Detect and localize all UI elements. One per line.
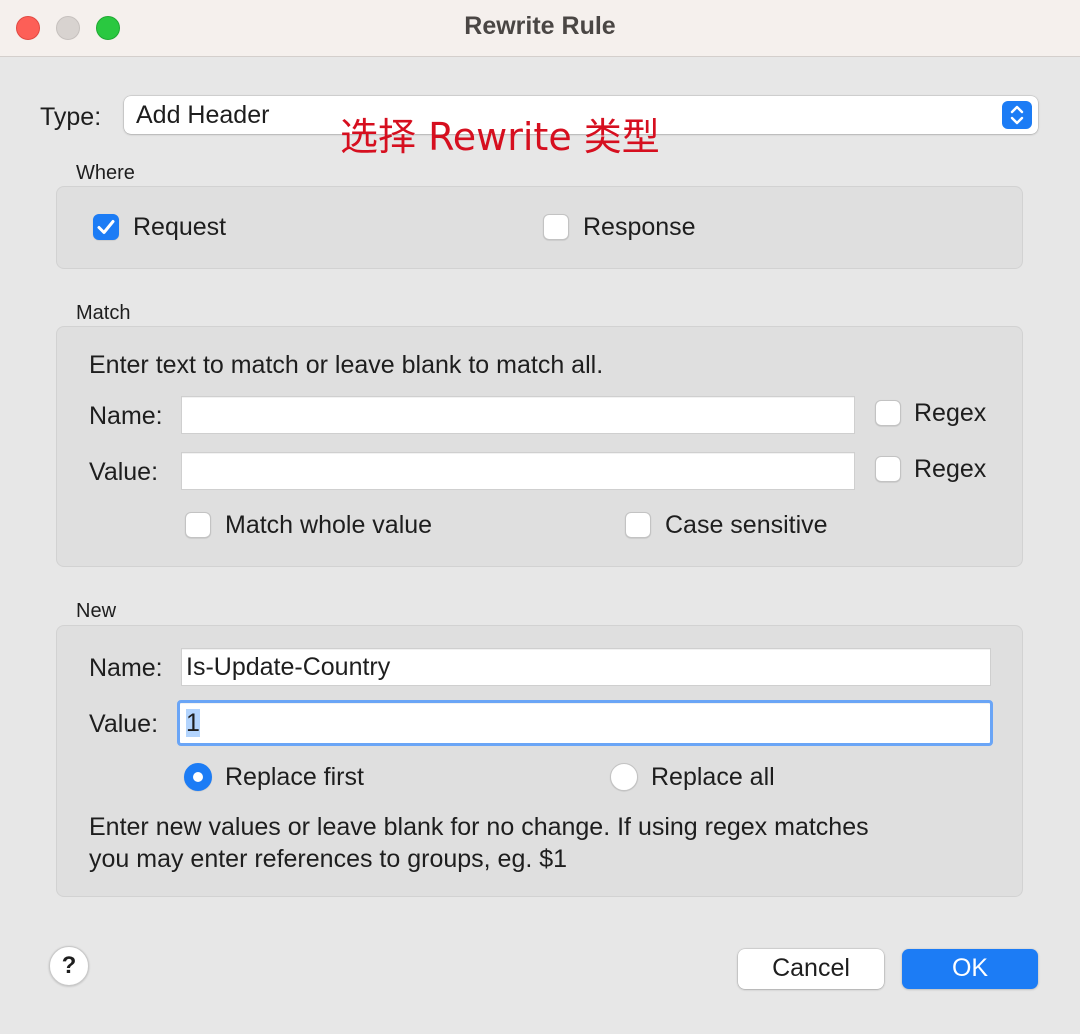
- match-name-field[interactable]: [181, 396, 855, 434]
- question-mark-icon: ?: [61, 952, 77, 979]
- cancel-button[interactable]: Cancel: [738, 949, 884, 989]
- new-group: Name: Is-Update-Country Value: 1 Replace…: [56, 625, 1023, 897]
- match-whole-value-label: Match whole value: [225, 511, 433, 539]
- annotation-text: 选择 Rewrite 类型: [340, 115, 660, 159]
- new-value-selection: 1: [186, 709, 200, 737]
- ok-button[interactable]: OK: [902, 949, 1038, 989]
- match-group: Enter text to match or leave blank to ma…: [56, 326, 1023, 567]
- window-title: Rewrite Rule: [464, 12, 616, 40]
- match-name-regex-label: Regex: [914, 399, 987, 427]
- match-value-regex-label: Regex: [914, 455, 987, 483]
- match-value-field[interactable]: [181, 452, 855, 490]
- new-value-field[interactable]: 1: [177, 700, 993, 746]
- type-label: Type:: [40, 103, 102, 131]
- where-group: Request Response: [56, 186, 1023, 269]
- match-value-regex-checkbox[interactable]: [875, 456, 901, 482]
- match-whole-value-checkbox[interactable]: [185, 512, 211, 538]
- new-value-value: 1: [186, 709, 200, 738]
- new-hint-line1: Enter new values or leave blank for no c…: [89, 813, 869, 841]
- case-sensitive-checkbox[interactable]: [625, 512, 651, 538]
- match-value-label: Value:: [89, 458, 159, 486]
- replace-first-radio[interactable]: [184, 763, 212, 791]
- replace-all-label: Replace all: [651, 763, 775, 791]
- match-name-regex-checkbox[interactable]: [875, 400, 901, 426]
- type-select-value: Add Header: [136, 101, 270, 129]
- replace-first-label: Replace first: [225, 763, 364, 791]
- new-name-field[interactable]: Is-Update-Country: [181, 648, 991, 686]
- match-name-label: Name:: [89, 402, 163, 430]
- match-heading: Match: [76, 302, 131, 324]
- new-value-label: Value:: [89, 710, 159, 738]
- checkmark-icon: [97, 220, 115, 234]
- replace-all-radio[interactable]: [610, 763, 638, 791]
- response-label: Response: [583, 213, 696, 241]
- request-label: Request: [133, 213, 227, 241]
- chevron-up-down-icon: [1002, 101, 1032, 129]
- match-hint: Enter text to match or leave blank to ma…: [89, 351, 604, 379]
- request-checkbox[interactable]: [93, 214, 119, 240]
- new-heading: New: [76, 600, 117, 622]
- where-heading: Where: [76, 162, 135, 184]
- case-sensitive-label: Case sensitive: [665, 511, 828, 539]
- new-name-label: Name:: [89, 654, 163, 682]
- help-button[interactable]: ?: [49, 946, 89, 986]
- title-bar: Rewrite Rule: [0, 0, 1080, 57]
- response-checkbox[interactable]: [543, 214, 569, 240]
- new-name-value: Is-Update-Country: [186, 653, 391, 681]
- new-hint-line2: you may enter references to groups, eg. …: [89, 845, 568, 873]
